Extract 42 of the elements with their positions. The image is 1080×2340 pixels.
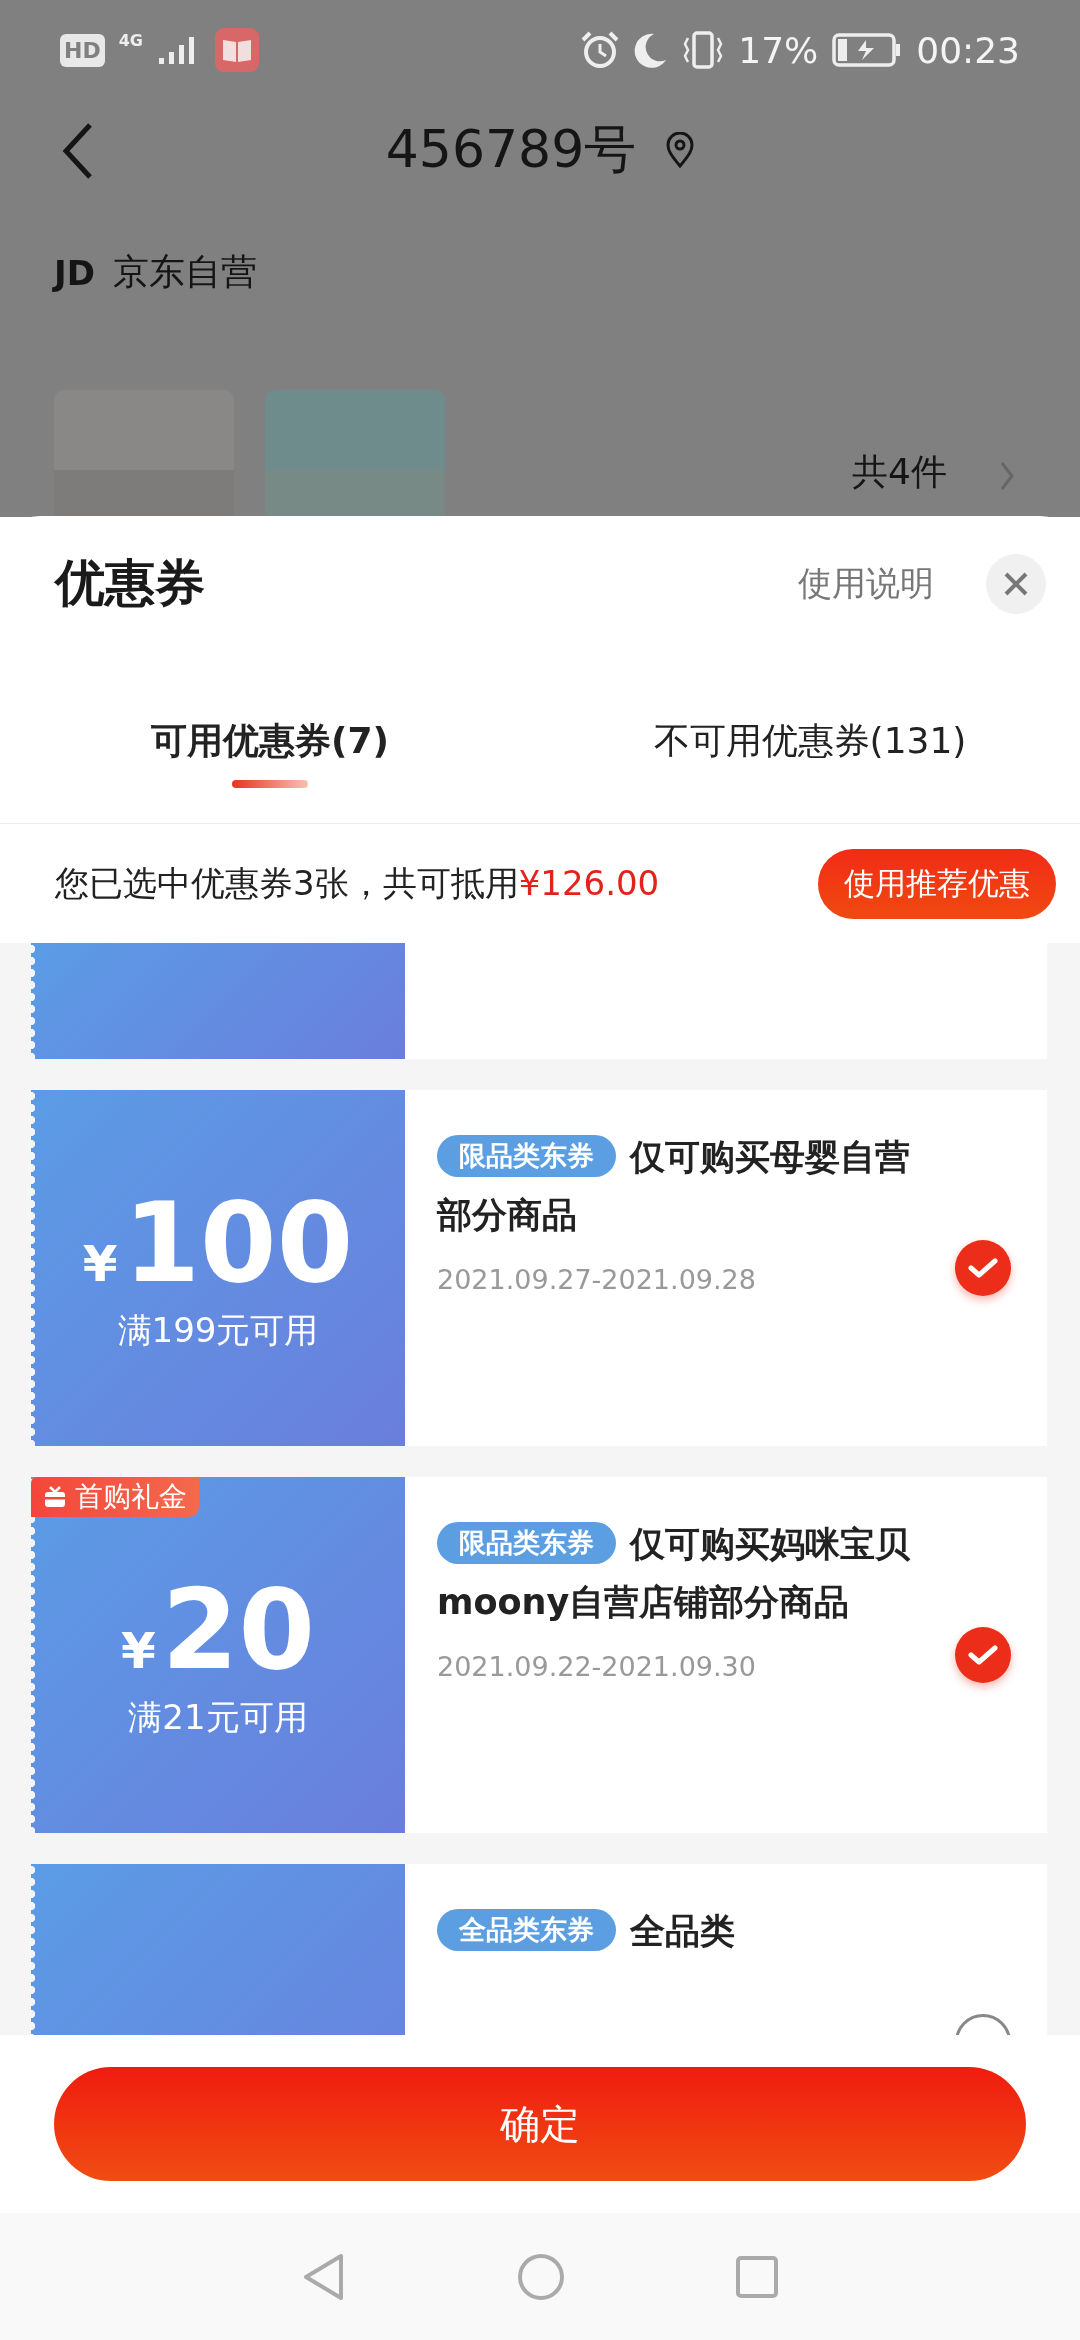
confirm-button[interactable]: 确定 [54,2067,1026,2181]
coupon-tab[interactable]: 不可用优惠券(131) [540,681,1080,823]
network-type: 4G [118,30,143,50]
coupon-tab[interactable]: 可用优惠券(7) [0,681,540,823]
battery-charging-icon [832,32,903,68]
checkmark-icon [968,1644,998,1666]
usage-instructions-link[interactable]: 使用说明 [798,560,934,607]
clock: 00:23 [916,29,1020,71]
selection-summary: 您已选中优惠券3张，共可抵用¥126.00 [55,861,660,905]
coupon-title: 限品类东券 仅可购买妈咪宝贝moony自营店铺部分商品 [437,1521,911,1624]
coupon-condition: 满199元可用 [117,1309,319,1352]
hd-indicator: HD [60,33,105,67]
battery-percent: 17% [738,29,819,71]
coupon-title: 限品类东券 仅可购买母婴自营部分商品 [437,1134,911,1237]
coupon-amount: ¥20 [121,1575,315,1685]
use-recommended-button[interactable]: 使用推荐优惠 [818,848,1056,919]
gift-icon [43,1485,67,1509]
moon-icon [634,32,669,68]
store-name: 京东自营 [112,250,257,294]
recents-nav-icon[interactable] [735,2254,779,2299]
item-count[interactable]: 共4件 [852,448,947,497]
coupon-title: 全品类东券 全品类 [437,1902,935,1960]
book-app-icon [214,28,259,72]
coupon-details-panel[interactable]: 限品类东券 仅可购买妈咪宝贝moony自营店铺部分商品 2021.09.22-2021.09.30 [405,1477,1047,1833]
coupon-details-panel[interactable]: 全品类东券 全品类 [405,1864,1047,2035]
coupon-checkbox[interactable] [955,1240,1011,1296]
home-nav-icon[interactable] [517,2252,565,2301]
coupon-details-panel[interactable]: 限品类东券 仅可购买母婴自营部分商品 2021.09.27-2021.09.28 [405,1090,1047,1446]
first-purchase-badge: 首购礼金 [31,1477,199,1517]
sheet-title: 优惠券 [55,553,205,614]
coupon-dates: 2021.09.27-2021.09.28 [437,1264,757,1295]
checkmark-icon [968,1257,998,1279]
location-pin-icon [666,132,695,168]
coupon-amount: ¥100 [82,1188,354,1298]
coupon-checkbox[interactable] [955,1627,1011,1683]
alarm-icon [580,30,621,70]
coupon-condition: 满21元可用 [128,1696,308,1739]
address-title: 456789号 [385,118,637,181]
close-icon [1003,570,1029,597]
store-logo: JD [54,252,95,293]
vibrate-icon [682,30,725,70]
coupon-dates: 2021.09.22-2021.09.30 [437,1651,757,1682]
